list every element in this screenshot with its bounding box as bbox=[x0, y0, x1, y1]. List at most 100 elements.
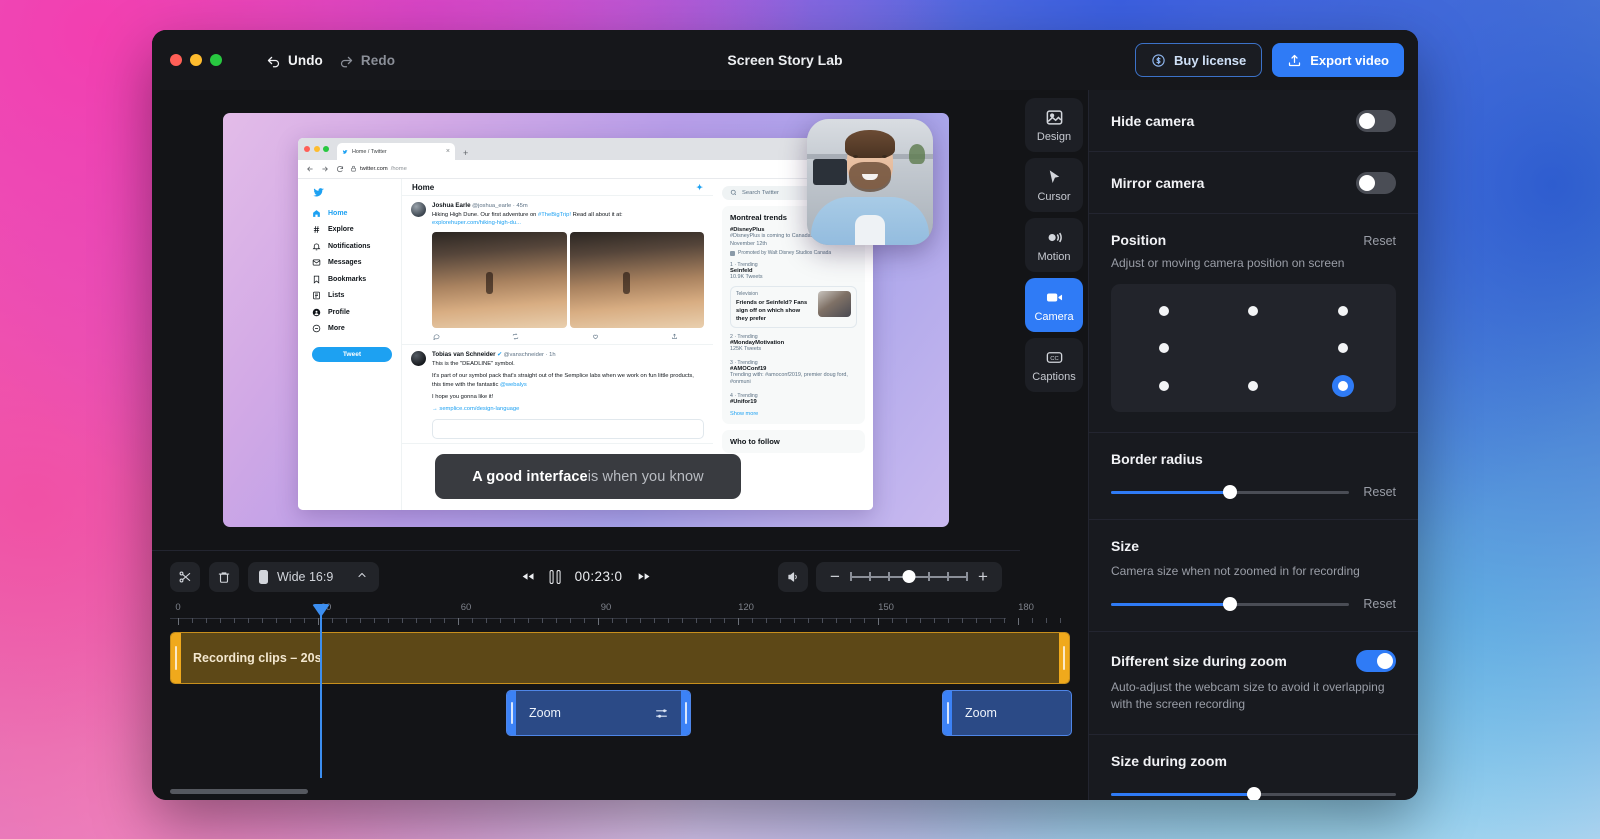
zoom-in-button[interactable]: + bbox=[974, 568, 992, 585]
feed-title: Home bbox=[412, 182, 435, 192]
reply-icon[interactable] bbox=[433, 333, 440, 340]
twitter-nav-profile[interactable]: Profile bbox=[312, 308, 392, 317]
cut-button[interactable] bbox=[170, 561, 200, 592]
tool-captions[interactable]: CC Captions bbox=[1025, 338, 1083, 392]
zoom-slider-thumb[interactable] bbox=[902, 570, 916, 583]
tool-cursor[interactable]: Cursor bbox=[1025, 158, 1083, 212]
like-icon[interactable] bbox=[592, 333, 599, 340]
zoom-clip[interactable]: Zoom bbox=[942, 690, 1072, 736]
position-cell-bottom-left[interactable] bbox=[1119, 367, 1209, 404]
tweet-quote-card[interactable] bbox=[432, 418, 704, 439]
position-cell-top-center[interactable] bbox=[1209, 292, 1299, 329]
twitter-logo-icon[interactable] bbox=[312, 186, 325, 199]
tweet-link[interactable]: explorehuper.com/hiking-high-du... bbox=[432, 219, 704, 227]
size-during-zoom-slider[interactable] bbox=[1111, 786, 1396, 800]
position-cell-middle-right[interactable] bbox=[1298, 330, 1388, 367]
trend-item[interactable]: 2 · Trending #MondayMotivation 125K Twee… bbox=[730, 334, 857, 354]
clip-handle-right[interactable] bbox=[1059, 633, 1069, 683]
twitter-nav-lists[interactable]: Lists bbox=[312, 291, 392, 300]
position-grid[interactable] bbox=[1111, 284, 1396, 413]
timeline-ruler[interactable]: 0 30 60 90 120 150 180 bbox=[170, 602, 1061, 625]
browser-tab-close-icon[interactable]: × bbox=[446, 148, 450, 155]
browser-address[interactable]: twitter.com/home bbox=[350, 165, 407, 174]
forward-icon[interactable] bbox=[321, 165, 329, 173]
tool-design[interactable]: Design bbox=[1025, 98, 1083, 152]
tweet-link[interactable]: → semplice.com/design-language bbox=[432, 405, 704, 413]
preview-canvas[interactable]: Home / Twitter × + twitter.com /home Hom… bbox=[223, 113, 949, 527]
webcam-overlay[interactable] bbox=[807, 119, 933, 245]
delete-button[interactable] bbox=[209, 561, 239, 592]
border-radius-reset-button[interactable]: Reset bbox=[1363, 485, 1396, 499]
timeline-horizontal-scrollbar[interactable] bbox=[170, 789, 308, 794]
back-icon[interactable] bbox=[306, 165, 314, 173]
zoom-clip-handle-left[interactable] bbox=[507, 691, 516, 735]
trend-card[interactable]: Television Friends or Seinfeld? Fans sig… bbox=[730, 285, 857, 329]
ruler-minor-tick bbox=[948, 618, 949, 623]
mirror-camera-toggle[interactable] bbox=[1356, 171, 1396, 194]
trend-item[interactable]: 4 · Trending #Unifor19 bbox=[730, 393, 857, 405]
twitter-nav-more[interactable]: More bbox=[312, 324, 392, 333]
tweet-mention[interactable]: @webalys bbox=[500, 382, 527, 388]
minimize-window-button[interactable] bbox=[190, 54, 202, 66]
size-reset-button[interactable]: Reset bbox=[1363, 597, 1396, 611]
tool-camera[interactable]: Camera bbox=[1025, 278, 1083, 332]
twitter-nav-explore[interactable]: Explore bbox=[312, 225, 392, 234]
recording-clip[interactable]: Recording clips – 20s bbox=[170, 632, 1070, 684]
tool-motion[interactable]: Motion bbox=[1025, 218, 1083, 272]
zoom-out-button[interactable]: − bbox=[826, 568, 844, 585]
show-more-link[interactable]: Show more bbox=[730, 411, 857, 417]
share-icon[interactable] bbox=[671, 333, 678, 340]
browser-new-tab-button[interactable]: + bbox=[457, 148, 474, 160]
position-cell-middle-left[interactable] bbox=[1119, 330, 1209, 367]
rewind-button[interactable] bbox=[521, 570, 536, 583]
reload-icon[interactable] bbox=[336, 165, 344, 173]
trend-item[interactable]: 1 · Trending Seinfeld 10.9K Tweets Telev… bbox=[730, 262, 857, 329]
different-size-during-zoom-toggle[interactable] bbox=[1356, 649, 1396, 672]
maximize-window-button[interactable] bbox=[210, 54, 222, 66]
twitter-nav-messages[interactable]: Messages bbox=[312, 258, 392, 267]
slider-thumb[interactable] bbox=[1223, 485, 1238, 500]
buy-license-button[interactable]: Buy license bbox=[1134, 43, 1263, 77]
tweet-image[interactable] bbox=[569, 231, 704, 328]
sparkle-icon[interactable]: ✦ bbox=[696, 183, 703, 192]
zoom-clip-handle-left[interactable] bbox=[943, 691, 952, 735]
caption-overlay[interactable]: A good interface is when you know bbox=[435, 454, 741, 499]
zoom-slider[interactable] bbox=[850, 569, 968, 585]
close-window-button[interactable] bbox=[170, 54, 182, 66]
clip-handle-left[interactable] bbox=[171, 633, 181, 683]
fast-forward-button[interactable] bbox=[636, 570, 651, 583]
twitter-nav-bookmarks[interactable]: Bookmarks bbox=[312, 275, 392, 284]
ruler-minor-tick bbox=[822, 618, 823, 623]
zoom-clip-handle-right[interactable] bbox=[681, 691, 690, 735]
position-cell-top-left[interactable] bbox=[1119, 292, 1209, 329]
tweet-hashtag[interactable]: #TheBigTrip! bbox=[538, 212, 571, 218]
sliders-icon[interactable] bbox=[655, 707, 668, 720]
export-video-button[interactable]: Export video bbox=[1272, 43, 1404, 77]
hide-camera-toggle[interactable] bbox=[1356, 109, 1396, 132]
playhead[interactable] bbox=[320, 610, 322, 778]
browser-tab[interactable]: Home / Twitter × bbox=[337, 143, 455, 160]
border-radius-slider[interactable] bbox=[1111, 485, 1350, 500]
retweet-icon[interactable] bbox=[512, 333, 519, 340]
tweet-image[interactable] bbox=[432, 231, 567, 328]
slider-thumb[interactable] bbox=[1246, 786, 1261, 800]
position-cell-top-right[interactable] bbox=[1298, 292, 1388, 329]
aspect-ratio-selector[interactable]: Wide 16:9 bbox=[248, 561, 380, 592]
position-cell-bottom-center[interactable] bbox=[1209, 367, 1299, 404]
pause-button[interactable] bbox=[549, 569, 561, 584]
position-reset-button[interactable]: Reset bbox=[1363, 234, 1396, 248]
twitter-nav-home[interactable]: Home bbox=[312, 209, 392, 218]
volume-button[interactable] bbox=[778, 561, 808, 592]
webcam-person-hair bbox=[845, 130, 895, 158]
trend-item[interactable]: 3 · Trending #AMOConf19 Trending with: #… bbox=[730, 360, 857, 387]
undo-button[interactable]: Undo bbox=[266, 53, 323, 68]
zoom-clip[interactable]: Zoom bbox=[506, 690, 691, 736]
tweet-button[interactable]: Tweet bbox=[312, 346, 392, 362]
tweet-meta: Tobias van Schneider ✔ @vanschneider · 1… bbox=[432, 350, 556, 358]
timeline[interactable]: 0 30 60 90 120 150 180 Recording clips –… bbox=[152, 602, 1072, 800]
redo-button[interactable]: Redo bbox=[339, 53, 395, 68]
size-slider[interactable] bbox=[1111, 596, 1350, 611]
twitter-nav-notifications[interactable]: Notifications bbox=[312, 242, 392, 251]
slider-thumb[interactable] bbox=[1223, 596, 1238, 611]
position-cell-bottom-right[interactable] bbox=[1298, 367, 1388, 404]
